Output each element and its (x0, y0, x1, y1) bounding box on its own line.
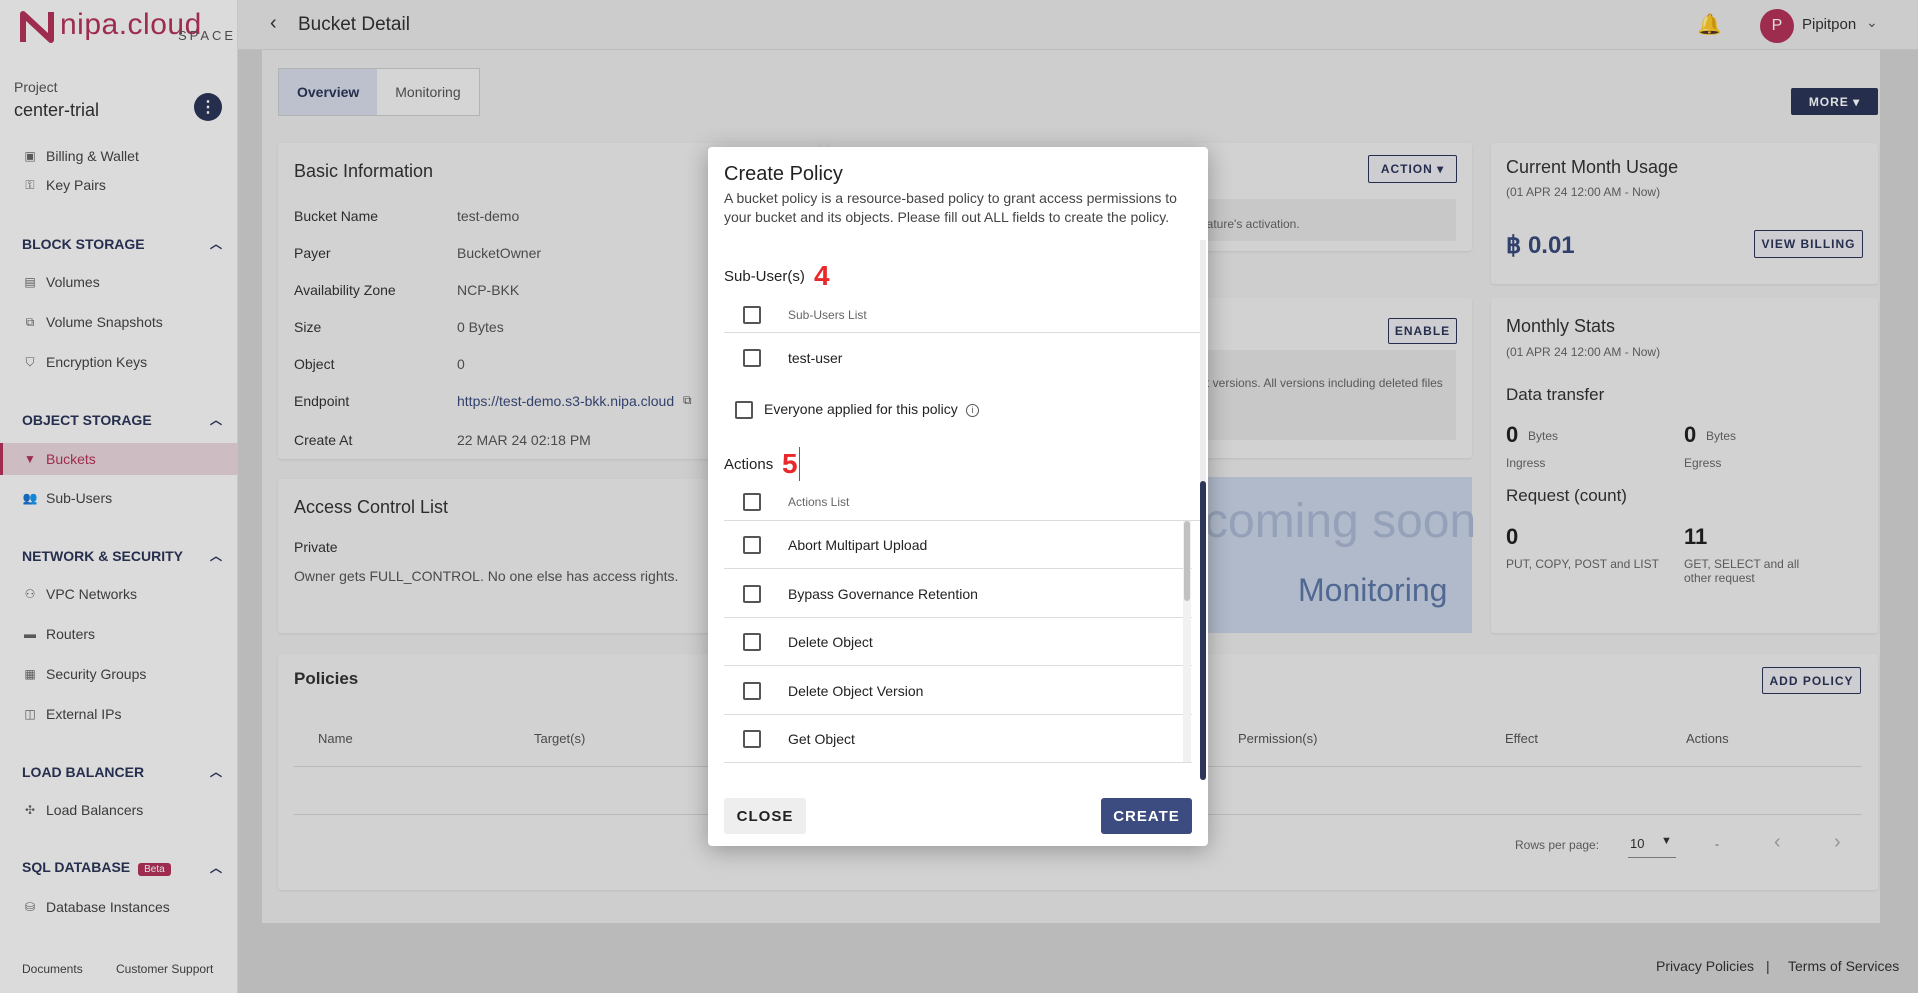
divider (724, 617, 1192, 618)
create-policy-dialog: Create Policy A bucket policy is a resou… (708, 147, 1208, 846)
action-item: Abort Multipart Upload (788, 537, 928, 553)
subusers-select-all-checkbox[interactable] (743, 306, 761, 324)
info-icon[interactable]: i (966, 404, 979, 417)
step-marker-5: 5 (782, 448, 798, 479)
action-item: Get Object (788, 731, 855, 747)
actions-title: Actions (724, 456, 774, 473)
subusers-list-header: Sub-Users List (788, 308, 867, 322)
action-item: Delete Object Version (788, 683, 924, 699)
actions-list-header: Actions List (788, 495, 850, 509)
divider (724, 520, 1200, 521)
divider (724, 568, 1192, 569)
everyone-checkbox[interactable] (735, 401, 753, 419)
subusers-title: Sub-User(s) (724, 268, 805, 285)
dialog-scroll-thumb[interactable] (1200, 481, 1206, 780)
create-button[interactable]: CREATE (1101, 798, 1192, 834)
action-checkbox[interactable] (743, 682, 761, 700)
dialog-title: Create Policy (724, 163, 843, 185)
divider (724, 332, 1200, 333)
subuser-checkbox[interactable] (743, 349, 761, 367)
action-checkbox[interactable] (743, 730, 761, 748)
divider (724, 714, 1192, 715)
action-checkbox[interactable] (743, 633, 761, 651)
everyone-label: Everyone applied for this policy (764, 401, 958, 417)
divider (724, 665, 1192, 666)
text-cursor (799, 447, 800, 481)
action-item: Delete Object (788, 634, 873, 650)
actions-select-all-checkbox[interactable] (743, 493, 761, 511)
action-checkbox[interactable] (743, 536, 761, 554)
subuser-name: test-user (788, 350, 843, 366)
divider (724, 762, 1192, 763)
actions-scroll-thumb[interactable] (1184, 521, 1190, 601)
action-item: Bypass Governance Retention (788, 586, 978, 602)
step-marker-4: 4 (814, 260, 830, 291)
dialog-description: A bucket policy is a resource-based poli… (724, 190, 1177, 225)
close-button[interactable]: CLOSE (724, 798, 806, 834)
action-checkbox[interactable] (743, 585, 761, 603)
